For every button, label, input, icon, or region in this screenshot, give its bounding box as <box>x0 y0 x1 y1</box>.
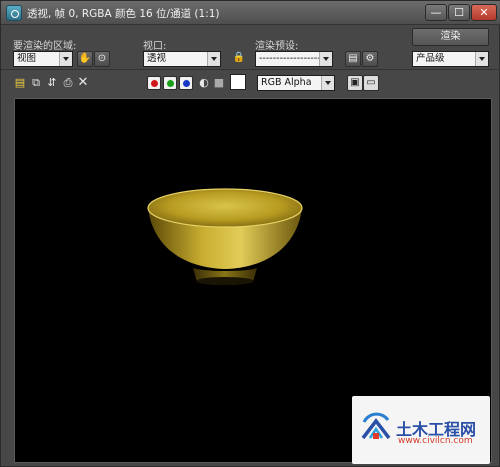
chevron-down-icon <box>319 52 332 66</box>
area-to-render-label: 要渲染的区域: <box>13 41 77 52</box>
blue-channel-toggle[interactable] <box>179 76 193 90</box>
red-dot-icon <box>151 80 158 87</box>
render-quality-value: 产品级 <box>416 53 445 64</box>
channel-display-value: RGB Alpha <box>261 77 312 88</box>
clear-icon[interactable]: ✕ <box>76 76 90 90</box>
minimize-button[interactable]: — <box>425 4 447 21</box>
red-channel-toggle[interactable] <box>147 76 161 90</box>
render-button[interactable]: 渲染 <box>412 28 489 46</box>
render-preset-label: 渲染预设: <box>255 41 299 52</box>
area-to-render-value: 视图 <box>17 53 37 64</box>
color-swatch[interactable] <box>230 74 246 90</box>
green-dot-icon <box>167 80 174 87</box>
render-setup-icon[interactable]: ⚙ <box>362 51 378 67</box>
bowl-render <box>147 188 303 285</box>
alpha-channel-icon[interactable]: ◐ <box>197 76 211 90</box>
channel-display-select[interactable]: RGB Alpha <box>257 75 335 91</box>
panel-divider <box>1 69 500 70</box>
area-to-render-select[interactable]: 视图 <box>13 51 73 67</box>
monochrome-icon[interactable]: ■ <box>212 76 226 90</box>
toggle-ui-icon[interactable]: ▭ <box>363 75 379 91</box>
chevron-down-icon <box>207 52 220 66</box>
save-image-icon[interactable]: ▤ <box>13 76 27 90</box>
viewport-select[interactable]: 透视 <box>143 51 221 67</box>
edit-region-icon[interactable]: ✋ <box>77 51 93 67</box>
app-icon <box>6 5 22 21</box>
maximize-button[interactable]: ☐ <box>448 4 470 21</box>
green-channel-toggle[interactable] <box>163 76 177 90</box>
toggle-ui-overlay-icon[interactable]: ▣ <box>347 75 363 91</box>
viewport-label: 视口: <box>143 41 167 52</box>
watermark: 土木工程网 www.civilcn.com <box>352 396 490 464</box>
chevron-down-icon <box>321 76 334 90</box>
copy-image-icon[interactable]: ⧉ <box>29 76 43 90</box>
watermark-logo-icon <box>361 412 391 440</box>
title-bar[interactable]: 透视, 帧 0, RGBA 颜色 16 位/通道 (1:1) — ☐ ✕ <box>1 1 500 25</box>
window-title: 透视, 帧 0, RGBA 颜色 16 位/通道 (1:1) <box>27 8 220 20</box>
environment-icon[interactable]: ▤ <box>345 51 361 67</box>
chevron-down-icon <box>475 52 488 66</box>
blue-dot-icon <box>183 80 190 87</box>
print-image-icon[interactable]: ⎙ <box>61 76 75 90</box>
lock-icon[interactable]: 🔒 <box>231 51 247 67</box>
chevron-down-icon <box>59 52 72 66</box>
render-quality-select[interactable]: 产品级 <box>412 51 489 67</box>
render-frame-window: 透视, 帧 0, RGBA 颜色 16 位/通道 (1:1) — ☐ ✕ 要渲染… <box>0 0 500 467</box>
viewport-value: 透视 <box>147 53 167 64</box>
close-button[interactable]: ✕ <box>471 4 497 21</box>
watermark-url: www.civilcn.com <box>398 436 473 446</box>
clone-window-icon[interactable]: ⇵ <box>45 76 59 90</box>
render-preset-select[interactable]: -------------------------- <box>255 51 333 67</box>
auto-region-icon[interactable]: ⊙ <box>94 51 110 67</box>
